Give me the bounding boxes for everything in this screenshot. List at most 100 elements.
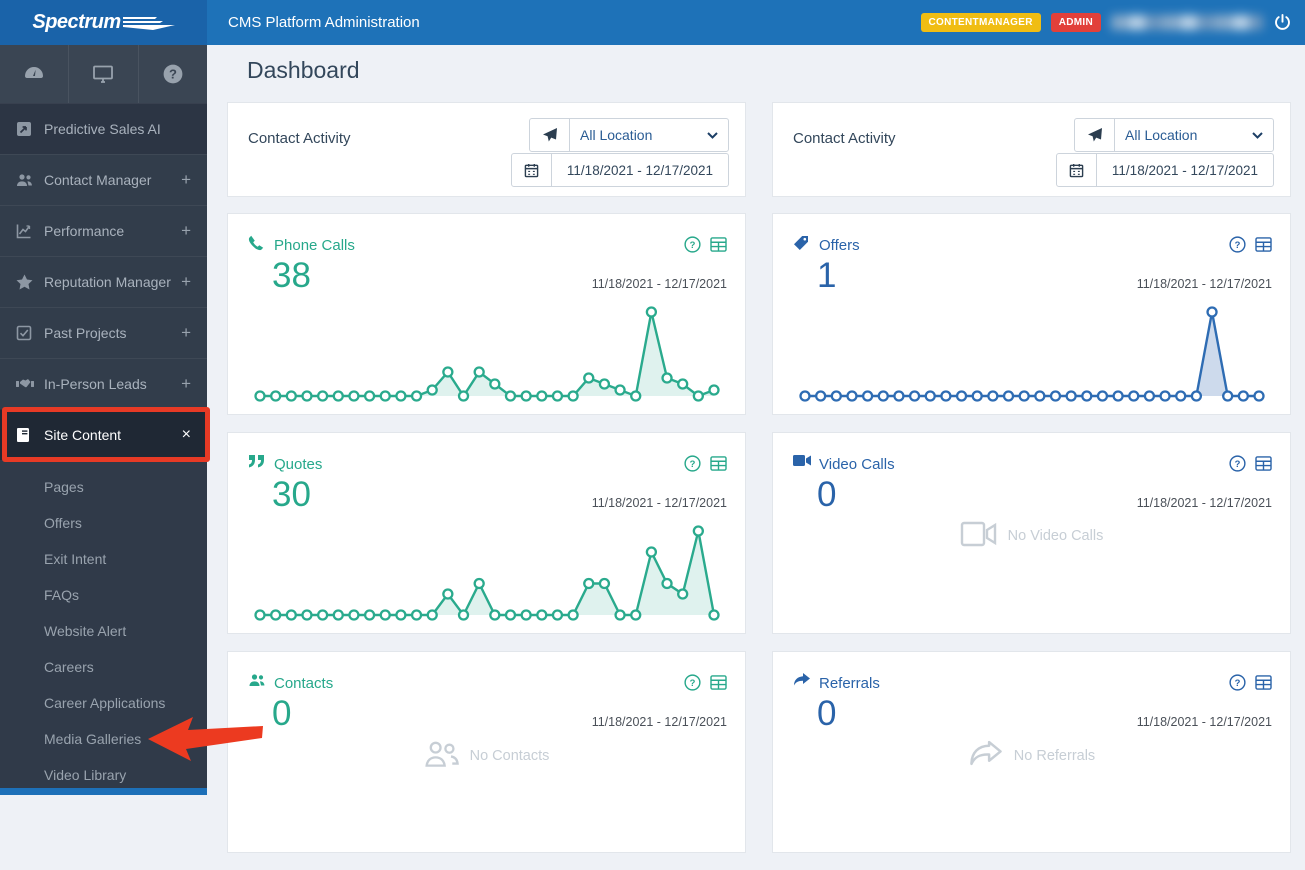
submenu-item-media-galleries[interactable]: Media Galleries bbox=[0, 721, 207, 757]
handshake-icon bbox=[16, 377, 44, 391]
offers-card: Offers ? 1 11/18/2021 - 12/17/2021 bbox=[772, 213, 1291, 415]
quote-icon bbox=[248, 454, 265, 468]
phone-calls-card: Phone Calls ? 38 11/18/2021 - 12/17/2021 bbox=[227, 213, 746, 415]
expand-plus-icon[interactable]: + bbox=[181, 221, 191, 241]
date-range-value: 11/18/2021 - 12/17/2021 bbox=[1111, 162, 1259, 178]
check-square-icon bbox=[16, 325, 44, 341]
card-date-range: 11/18/2021 - 12/17/2021 bbox=[591, 277, 727, 291]
main-content: Dashboard Contact Activity All Location bbox=[207, 45, 1305, 853]
referral-share-icon bbox=[793, 673, 810, 687]
sidebar-item-site-content[interactable]: Site Content × bbox=[0, 409, 207, 460]
svg-text:?: ? bbox=[1235, 459, 1241, 470]
location-selector[interactable]: All Location bbox=[1074, 118, 1274, 152]
sidebar-item-label: Past Projects bbox=[44, 325, 127, 341]
sidebar-item-performance[interactable]: Performance + bbox=[0, 205, 207, 256]
logout-power-icon[interactable] bbox=[1273, 13, 1292, 32]
submenu-item-website-alert[interactable]: Website Alert bbox=[0, 613, 207, 649]
card-title: Offers bbox=[819, 237, 860, 254]
page-title: Dashboard bbox=[247, 57, 360, 83]
date-range-picker[interactable]: 11/18/2021 - 12/17/2021 bbox=[1056, 153, 1274, 187]
card-help-icon[interactable]: ? bbox=[684, 236, 701, 253]
svg-text:?: ? bbox=[690, 678, 696, 689]
site-content-submenu: Pages Offers Exit Intent FAQs Website Al… bbox=[0, 460, 207, 793]
card-date-range: 11/18/2021 - 12/17/2021 bbox=[1136, 277, 1272, 291]
svg-text:?: ? bbox=[169, 67, 177, 82]
sidebar-desktop-icon[interactable] bbox=[69, 45, 139, 103]
submenu-item-faqs[interactable]: FAQs bbox=[0, 577, 207, 613]
contacts-card: Contacts ? 0 11/18/2021 - 12/17/2021 No … bbox=[227, 651, 746, 853]
submenu-item-careers[interactable]: Careers bbox=[0, 649, 207, 685]
chevron-down-icon bbox=[1252, 131, 1263, 139]
expand-plus-icon[interactable]: + bbox=[181, 272, 191, 292]
card-title: Quotes bbox=[274, 456, 323, 473]
sidebar-item-label: Site Content bbox=[44, 427, 122, 443]
card-title: Video Calls bbox=[819, 456, 895, 473]
sidebar-bottom-strip bbox=[0, 788, 207, 795]
phone-icon bbox=[248, 235, 264, 251]
svg-text:?: ? bbox=[690, 459, 696, 470]
card-table-icon[interactable] bbox=[1255, 675, 1272, 690]
card-date-range: 11/18/2021 - 12/17/2021 bbox=[1136, 715, 1272, 729]
logo-speed-lines-icon bbox=[122, 16, 175, 30]
card-table-icon[interactable] bbox=[710, 675, 727, 690]
location-send-icon bbox=[530, 119, 570, 151]
expand-plus-icon[interactable]: + bbox=[181, 374, 191, 394]
location-value: All Location bbox=[580, 127, 653, 143]
card-title: Phone Calls bbox=[274, 237, 355, 254]
star-icon bbox=[16, 274, 44, 290]
card-help-icon[interactable]: ? bbox=[1229, 236, 1246, 253]
sidebar: ? Predictive Sales AI Contact Manager + … bbox=[0, 45, 207, 795]
sidebar-tachometer-icon[interactable] bbox=[0, 45, 70, 103]
svg-text:?: ? bbox=[1235, 240, 1241, 251]
sidebar-help-icon[interactable]: ? bbox=[139, 45, 207, 103]
location-selector[interactable]: All Location bbox=[529, 118, 729, 152]
referrals-card: Referrals ? 0 11/18/2021 - 12/17/2021 No… bbox=[772, 651, 1291, 853]
location-value: All Location bbox=[1125, 127, 1198, 143]
calendar-icon bbox=[512, 154, 552, 186]
card-table-icon[interactable] bbox=[710, 237, 727, 252]
phone-calls-sparkline bbox=[254, 306, 720, 402]
empty-state-text: No Referrals bbox=[1013, 748, 1096, 764]
submenu-item-offers[interactable]: Offers bbox=[0, 505, 207, 541]
panel-title: Contact Activity bbox=[793, 130, 896, 147]
app-title: CMS Platform Administration bbox=[228, 14, 420, 31]
sidebar-item-reputation-manager[interactable]: Reputation Manager + bbox=[0, 256, 207, 307]
svg-text:?: ? bbox=[1235, 678, 1241, 689]
card-value: 0 bbox=[817, 694, 837, 733]
sidebar-item-in-person-leads[interactable]: In-Person Leads + bbox=[0, 358, 207, 409]
sidebar-item-label: Contact Manager bbox=[44, 172, 152, 188]
submenu-item-career-applications[interactable]: Career Applications bbox=[0, 685, 207, 721]
sidebar-item-contact-manager[interactable]: Contact Manager + bbox=[0, 154, 207, 205]
quotes-card: Quotes ? 30 11/18/2021 - 12/17/2021 bbox=[227, 432, 746, 634]
submenu-item-pages[interactable]: Pages bbox=[0, 469, 207, 505]
contact-activity-panel-left: Contact Activity All Location 11/18/2021… bbox=[227, 102, 746, 197]
card-value: 30 bbox=[272, 475, 311, 514]
collapse-close-icon[interactable]: × bbox=[182, 426, 191, 444]
quotes-sparkline bbox=[254, 525, 720, 621]
date-range-picker[interactable]: 11/18/2021 - 12/17/2021 bbox=[511, 153, 729, 187]
spectrum-logo: Spectrum bbox=[0, 0, 207, 45]
expand-plus-icon[interactable]: + bbox=[181, 170, 191, 190]
sidebar-item-predictive-sales-ai[interactable]: Predictive Sales AI bbox=[0, 103, 207, 154]
no-contacts-icon bbox=[424, 740, 460, 772]
sidebar-item-label: In-Person Leads bbox=[44, 376, 147, 392]
sidebar-item-past-projects[interactable]: Past Projects + bbox=[0, 307, 207, 358]
line-chart-icon bbox=[16, 223, 44, 239]
expand-plus-icon[interactable]: + bbox=[181, 323, 191, 343]
empty-state-text: No Contacts bbox=[469, 748, 550, 764]
card-value: 0 bbox=[817, 475, 837, 514]
submenu-item-exit-intent[interactable]: Exit Intent bbox=[0, 541, 207, 577]
card-help-icon[interactable]: ? bbox=[684, 455, 701, 472]
no-video-calls-icon bbox=[960, 521, 998, 551]
card-help-icon[interactable]: ? bbox=[1229, 674, 1246, 691]
card-table-icon[interactable] bbox=[1255, 456, 1272, 471]
role-badge-contentmanager: CONTENTMANAGER bbox=[920, 13, 1041, 32]
card-table-icon[interactable] bbox=[1255, 237, 1272, 252]
card-help-icon[interactable]: ? bbox=[684, 674, 701, 691]
card-table-icon[interactable] bbox=[710, 456, 727, 471]
book-icon bbox=[16, 427, 44, 443]
card-help-icon[interactable]: ? bbox=[1229, 455, 1246, 472]
location-send-icon bbox=[1075, 119, 1115, 151]
empty-state-text: No Video Calls bbox=[1007, 528, 1104, 544]
offers-sparkline bbox=[799, 306, 1265, 402]
